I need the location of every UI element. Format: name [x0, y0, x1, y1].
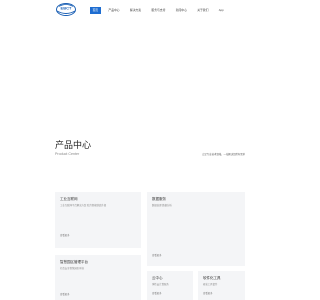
- card-more-link[interactable]: 查看更多: [60, 234, 70, 237]
- main-nav: 首页 产品中心 解决方案 服务与支持 新闻中心 关于我们 App: [90, 5, 231, 15]
- card-description: 数据治理 数据分析: [152, 204, 172, 207]
- company-logo[interactable]: EBCT: [56, 3, 76, 16]
- product-card-smart-park[interactable]: 智慧园区管理平台 打造安全智慧园区环境 查看更多: [55, 255, 141, 300]
- nav-item-about[interactable]: 关于我们: [195, 7, 211, 14]
- nav-item-products[interactable]: 产品中心: [106, 7, 122, 14]
- product-card-industrial-internet[interactable]: 工业互联网 工业互联网平台解决方案 助力智能制造升级 查看更多: [55, 192, 141, 248]
- card-description: 打造安全智慧园区环境: [60, 267, 84, 270]
- card-description: 研发工具套件: [203, 283, 218, 286]
- card-title: 工业互联网: [60, 197, 78, 201]
- card-description: 弹性云计算服务: [152, 283, 169, 286]
- nav-item-solutions[interactable]: 解决方案: [127, 7, 143, 14]
- card-description: 工业互联网平台解决方案 助力智能制造升级: [60, 204, 107, 207]
- nav-item-service-support[interactable]: 服务与支持: [149, 7, 168, 14]
- card-more-link[interactable]: 查看更多: [152, 292, 162, 295]
- section-title: 产品中心: [55, 140, 92, 150]
- section-description: 立足专业技术领域，一站解决您所有需求: [202, 153, 246, 156]
- hero-banner: [0, 20, 300, 131]
- section-subtitle: Product Center: [55, 152, 80, 156]
- card-more-link[interactable]: 查看更多: [60, 293, 70, 296]
- nav-item-home[interactable]: 首页: [90, 6, 101, 14]
- product-card-data-service[interactable]: 数据服务 数据治理 数据分析 查看更多: [147, 192, 245, 266]
- card-title: 智慧园区管理平台: [60, 260, 88, 264]
- globe-logo-icon: EBCT: [56, 3, 76, 16]
- logo-text: EBCT: [61, 6, 72, 11]
- card-title: 云中心: [152, 276, 163, 280]
- card-title: 数据服务: [152, 197, 166, 201]
- product-card-cloud-center[interactable]: 云中心 弹性云计算服务 查看更多: [147, 271, 193, 300]
- card-more-link[interactable]: 查看更多: [152, 254, 162, 257]
- nav-item-app[interactable]: App: [216, 7, 226, 14]
- product-card-software-tools[interactable]: 软件化工具 研发工具套件 查看更多: [198, 271, 245, 300]
- nav-item-news[interactable]: 新闻中心: [173, 7, 189, 14]
- card-more-link[interactable]: 查看更多: [203, 292, 213, 295]
- site-header: EBCT 首页 产品中心 解决方案 服务与支持 新闻中心 关于我们 App: [0, 0, 300, 20]
- card-title: 软件化工具: [203, 276, 221, 280]
